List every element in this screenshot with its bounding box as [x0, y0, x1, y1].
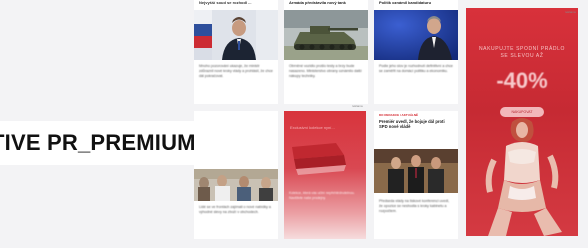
article-headline[interactable]: Nejvyšší soud se rozhodl ...: [199, 0, 273, 5]
article-image-politician[interactable]: [374, 10, 458, 60]
advertisement-red-card[interactable]: Exclusivní kolekce nyní... Kolekce, kter…: [284, 111, 366, 239]
article-image-minister[interactable]: [194, 10, 278, 60]
ad-copy: Exclusivní kolekce nyní...: [290, 125, 335, 130]
article-image-premier[interactable]: [374, 149, 458, 193]
article-card-top-mid[interactable]: Armáda představila nový tank Obrněné voz…: [284, 0, 368, 104]
ad-copy: NAKUPUJTE SPODNÍ PRÁDLO SE SLEVOU AŽ: [478, 46, 566, 59]
tank-photo: [284, 10, 368, 60]
article-kicker: DO REDAKCE / AKTUÁLNĚ: [379, 113, 419, 117]
article-card-top-left[interactable]: Nejvyšší soud se rozhodl ... Mnoho pozor…: [194, 0, 278, 104]
article-text: Podle jeho slov je rozhodnutí definitivn…: [379, 64, 453, 73]
callout-label: TIVE PR_PREMIUM: [0, 130, 196, 155]
article-card-top-right[interactable]: Politik oznámil kandidaturu Podle jeho s…: [374, 0, 458, 104]
article-headline[interactable]: Politik oznámil kandidaturu: [379, 0, 453, 5]
article-headline[interactable]: Armáda představila nový tank: [289, 0, 363, 5]
ad-tag: reklama: [565, 10, 576, 14]
article-headline[interactable]: Premiér uvedl, že bojuje dál proti SPD n…: [379, 119, 453, 129]
article-image-crowd[interactable]: [194, 169, 278, 201]
model-photo: [485, 118, 562, 236]
article-card-bottom-right[interactable]: DO REDAKCE / AKTUÁLNĚ Premiér uvedl, že …: [374, 111, 458, 239]
article-image-tank[interactable]: [284, 10, 368, 60]
ad-text: Kolekce, která vás učiní nepřehlédnuteln…: [289, 191, 355, 200]
politician-photo: [374, 10, 458, 60]
article-text: Předseda vlády na tiskové konferenci uve…: [379, 199, 450, 213]
ad-tag: reklama: [352, 104, 363, 108]
minister-photo: [194, 10, 278, 60]
ad-discount: -40%: [496, 68, 548, 93]
premier-photo: [374, 149, 458, 193]
article-text: Mnoho pozorování ukazuje, že ministr zdů…: [199, 64, 273, 78]
article-text: Obrněné vozidlo prošlo testy a brzy bude…: [289, 64, 362, 78]
article-card-bottom-left[interactable]: Lidé se ve frontách zajímali o nové nabí…: [194, 111, 278, 239]
advertisement-lingerie-banner[interactable]: NAKUPUJTE SPODNÍ PRÁDLO SE SLEVOU AŽ -40…: [466, 8, 578, 236]
news-feed-page: Nejvyšší soud se rozhodl ... Mnoho pozor…: [0, 0, 588, 248]
crowd-photo: [194, 169, 278, 201]
product-visual: [292, 143, 346, 175]
article-text: Lidé se ve frontách zajímali o nové nabí…: [199, 205, 271, 214]
